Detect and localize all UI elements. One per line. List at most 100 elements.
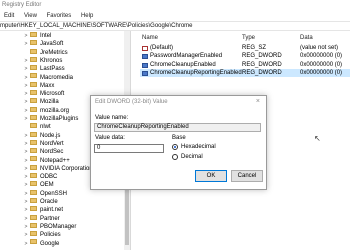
tree-item[interactable]: > Google xyxy=(0,239,60,249)
tree-item-label: Khronos xyxy=(40,57,63,64)
ok-button[interactable]: OK xyxy=(195,170,227,182)
mouse-cursor-icon: ↖ xyxy=(314,134,321,143)
value-row[interactable]: ChromeCleanupReportingEnabled REG_DWORD 0x… xyxy=(140,68,350,77)
tree-item-label: OpenSSH xyxy=(40,190,68,197)
column-header-data[interactable]: Data xyxy=(300,34,313,42)
folder-icon xyxy=(30,239,37,245)
value-type: REG_DWORD xyxy=(242,69,282,76)
tree-item-label: Oracle xyxy=(40,199,58,205)
tree-item-label: Google xyxy=(40,240,60,247)
folder-icon xyxy=(30,81,37,87)
folder-icon xyxy=(30,164,37,170)
base-label: Base xyxy=(172,135,186,141)
tree-item-label: nlwt xyxy=(40,124,51,131)
folder-icon xyxy=(30,189,37,195)
chevron-right-icon[interactable]: > xyxy=(22,240,30,249)
dialog-title: Edit DWORD (32-bit) Value xyxy=(95,99,168,105)
value-row[interactable]: PasswordManagerEnabled REG_DWORD 0x0000000… xyxy=(140,52,350,60)
tree-item-label: ODBC xyxy=(40,174,58,181)
folder-icon xyxy=(30,197,37,203)
folder-icon xyxy=(30,139,37,145)
value-data: 0x00000000 (0) xyxy=(300,53,343,60)
menu-favorites[interactable]: Favorites xyxy=(47,13,72,19)
folder-icon xyxy=(30,114,37,120)
value-row[interactable]: (Default) REG_SZ (value not set) xyxy=(140,44,350,52)
tree-item-label: JreMetrics xyxy=(40,49,68,56)
string-value-icon xyxy=(142,46,148,51)
value-type: REG_DWORD xyxy=(242,53,282,60)
folder-icon xyxy=(30,173,37,179)
folder-icon xyxy=(30,73,37,79)
tree-item-label: Macromedia xyxy=(40,74,74,81)
dword-value-icon xyxy=(142,54,148,60)
folder-icon xyxy=(30,181,37,187)
value-name: PasswordManagerEnabled xyxy=(150,53,223,60)
window-title: Registry Editor xyxy=(0,0,350,11)
value-data: 0x00000000 (0) xyxy=(300,69,343,76)
value-name-label: Value name: xyxy=(95,115,129,121)
address-bar[interactable]: mputer\HKEY_LOCAL_MACHINE\SOFTWARE\Polic… xyxy=(0,21,350,31)
tree-item-label: Intel xyxy=(40,33,52,39)
tree-item-label: Mozilla xyxy=(40,99,59,106)
value-data: (value not set) xyxy=(300,45,339,51)
value-data-field[interactable]: 0 xyxy=(94,144,164,153)
folder-icon xyxy=(30,156,37,162)
value-name: ChromeCleanupReportingEnabled xyxy=(150,69,242,76)
tree-item-label: NVIDIA Corporation xyxy=(40,165,93,172)
menu-help[interactable]: Help xyxy=(81,13,93,19)
value-name: (Default) xyxy=(150,45,174,51)
folder-icon xyxy=(30,131,37,137)
folder-icon xyxy=(30,56,37,62)
tree-item-label: Notepad++ xyxy=(40,157,70,164)
folder-icon xyxy=(30,222,37,228)
folder-icon xyxy=(30,123,37,129)
folder-icon xyxy=(30,65,37,71)
edit-dword-dialog: Edit DWORD (32-bit) Value × Value name: … xyxy=(90,95,267,190)
folder-icon xyxy=(30,90,37,96)
close-icon[interactable]: × xyxy=(256,98,260,105)
folder-icon xyxy=(30,31,37,37)
folder-icon xyxy=(30,98,37,104)
dword-value-icon xyxy=(142,70,148,76)
decimal-radio[interactable] xyxy=(172,154,178,160)
hexadecimal-radio[interactable] xyxy=(172,144,178,150)
tree-item-label: Maxx xyxy=(40,82,55,89)
tree-item-label: PBOManager xyxy=(40,223,77,230)
hexadecimal-label: Hexadecimal xyxy=(181,144,216,150)
column-header-type[interactable]: Type xyxy=(242,34,255,42)
tree-item-label: Node.js xyxy=(40,132,61,139)
folder-icon xyxy=(30,48,37,54)
menu-view[interactable]: View xyxy=(24,13,37,19)
tree-item-label: LastPass xyxy=(40,66,65,73)
folder-icon xyxy=(30,206,37,212)
tree-item-label: Partner xyxy=(40,215,60,222)
tree-item-label: Policies xyxy=(40,232,61,239)
value-data: 0x00000000 (0) xyxy=(300,61,343,68)
value-type: REG_DWORD xyxy=(242,61,282,68)
tree-item-label: NordSec xyxy=(40,149,64,156)
folder-icon xyxy=(30,148,37,154)
folder-icon xyxy=(30,214,37,220)
value-row[interactable]: ChromeCleanupEnabled REG_DWORD 0x00000000 … xyxy=(140,61,350,69)
cancel-button[interactable]: Cancel xyxy=(231,170,263,182)
menu-edit[interactable]: Edit xyxy=(4,13,14,19)
tree-item-label: NordVert xyxy=(40,140,64,147)
value-type: REG_SZ xyxy=(242,45,267,51)
dword-value-icon xyxy=(142,62,148,68)
tree-item-label: OEM xyxy=(40,182,54,189)
folder-icon xyxy=(30,106,37,112)
value-name-field[interactable]: ChromeCleanupReportingEnabled xyxy=(94,123,261,132)
value-name: ChromeCleanupEnabled xyxy=(150,61,216,68)
menu-bar: Edit View Favorites Help xyxy=(0,11,350,21)
value-data-label: Value data: xyxy=(95,135,125,141)
tree-item-label: MozillaPlugins xyxy=(40,116,79,122)
tree-item-label: Microsoft xyxy=(40,91,65,98)
tree-scrollbar-thumb[interactable] xyxy=(125,185,129,245)
folder-icon xyxy=(30,231,37,237)
column-header-name[interactable]: Name xyxy=(142,34,158,42)
tree-item-label: mozilla.org xyxy=(40,107,70,114)
decimal-label: Decimal xyxy=(181,154,203,160)
tree-item-label: paint.net xyxy=(40,207,64,214)
folder-icon xyxy=(30,40,37,46)
tree-item-label: JavaSoft xyxy=(40,41,64,48)
